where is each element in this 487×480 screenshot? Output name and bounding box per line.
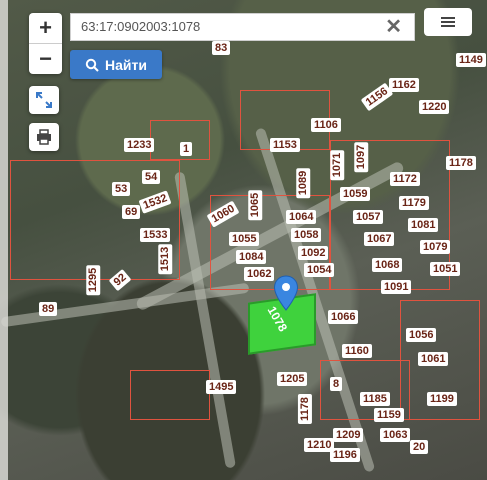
expand-icon xyxy=(36,92,52,108)
parcel-label[interactable]: 1106 xyxy=(311,118,341,132)
parcel-label[interactable]: 83 xyxy=(212,41,231,55)
parcel-label[interactable]: 1056 xyxy=(406,328,437,342)
parcel-label[interactable]: 1054 xyxy=(304,263,335,277)
parcel-label[interactable]: 1220 xyxy=(419,100,450,114)
search-button-label: Найти xyxy=(105,56,147,73)
parcel-label[interactable]: 1081 xyxy=(408,218,439,232)
parcel-label[interactable]: 1205 xyxy=(277,372,308,386)
parcel-label[interactable]: 1055 xyxy=(229,232,260,246)
search-input[interactable] xyxy=(81,19,341,34)
parcel-label[interactable]: 1084 xyxy=(236,250,267,264)
parcel-label[interactable]: 1209 xyxy=(333,428,364,442)
parcel-label[interactable]: 1059 xyxy=(340,187,371,201)
parcel-label[interactable]: 1066 xyxy=(328,310,359,324)
parcel-label[interactable]: 1178 xyxy=(446,156,476,170)
sidebar-edge xyxy=(0,0,8,480)
parcel-label[interactable]: 1089 xyxy=(296,167,311,199)
zoom-in-button[interactable]: + xyxy=(29,13,62,43)
search-button[interactable]: Найти xyxy=(70,50,162,79)
parcel-label[interactable]: 1 xyxy=(180,142,193,156)
parcel-label[interactable]: 1199 xyxy=(427,392,457,406)
parcel-label[interactable]: 1068 xyxy=(372,258,403,272)
parcel-label[interactable]: 1153 xyxy=(270,138,300,152)
parcel-label[interactable]: 1178 xyxy=(297,394,312,424)
parcel-label[interactable]: 1092 xyxy=(298,246,329,260)
parcel-label[interactable]: 69 xyxy=(122,205,141,219)
parcel-label[interactable]: 1233 xyxy=(124,138,155,152)
menu-button[interactable] xyxy=(424,8,472,36)
parcel-label[interactable]: 1065 xyxy=(248,189,263,221)
location-pin-icon[interactable] xyxy=(273,275,299,311)
parcel-label[interactable]: 1079 xyxy=(420,240,451,254)
zoom-out-button[interactable]: − xyxy=(29,43,62,74)
parcel-label[interactable]: 1051 xyxy=(430,262,461,276)
parcel-outline xyxy=(130,370,210,420)
parcel-label[interactable]: 1185 xyxy=(360,392,390,406)
search-icon xyxy=(85,58,99,72)
parcel-label[interactable]: 1091 xyxy=(381,280,412,294)
parcel-label[interactable]: 1179 xyxy=(399,196,429,210)
parcel-label[interactable]: 1058 xyxy=(291,228,322,242)
parcel-label[interactable]: 1159 xyxy=(374,408,404,422)
search-box: ✕ xyxy=(70,13,415,41)
print-button[interactable] xyxy=(29,123,59,151)
parcel-label[interactable]: 1067 xyxy=(364,232,395,246)
print-icon xyxy=(37,129,51,145)
parcel-label[interactable]: 1064 xyxy=(286,210,317,224)
close-icon[interactable]: ✕ xyxy=(385,17,402,37)
zoom-control: + − xyxy=(29,13,62,74)
parcel-label[interactable]: 8 xyxy=(330,377,343,391)
parcel-label[interactable]: 1071 xyxy=(330,149,345,181)
parcel-label[interactable]: 89 xyxy=(39,302,58,316)
parcel-label[interactable]: 1057 xyxy=(353,210,384,224)
parcel-label[interactable]: 1513 xyxy=(158,243,173,275)
parcel-label[interactable]: 1062 xyxy=(244,267,275,281)
parcel-label[interactable]: 1196 xyxy=(330,448,360,462)
parcel-label[interactable]: 1149 xyxy=(456,53,486,67)
parcel-label[interactable]: 1063 xyxy=(380,428,411,442)
parcel-label[interactable]: 1097 xyxy=(354,141,369,173)
parcel-label[interactable]: 1160 xyxy=(342,344,372,358)
menu-icon xyxy=(441,17,455,27)
parcel-label[interactable]: 53 xyxy=(112,182,131,196)
parcel-label[interactable]: 54 xyxy=(142,170,161,184)
parcel-label[interactable]: 1172 xyxy=(390,172,420,186)
parcel-label[interactable]: 1495 xyxy=(206,380,237,394)
fullscreen-button[interactable] xyxy=(29,86,59,114)
parcel-label[interactable]: 1162 xyxy=(389,78,419,92)
parcel-label[interactable]: 1061 xyxy=(418,352,449,366)
parcel-label[interactable]: 1295 xyxy=(86,264,101,296)
map-viewer: 83 1149 1156 1162 1220 1106 1153 1233 1 … xyxy=(0,0,487,480)
parcel-label[interactable]: 20 xyxy=(410,440,429,454)
parcel-label[interactable]: 1533 xyxy=(140,228,171,242)
